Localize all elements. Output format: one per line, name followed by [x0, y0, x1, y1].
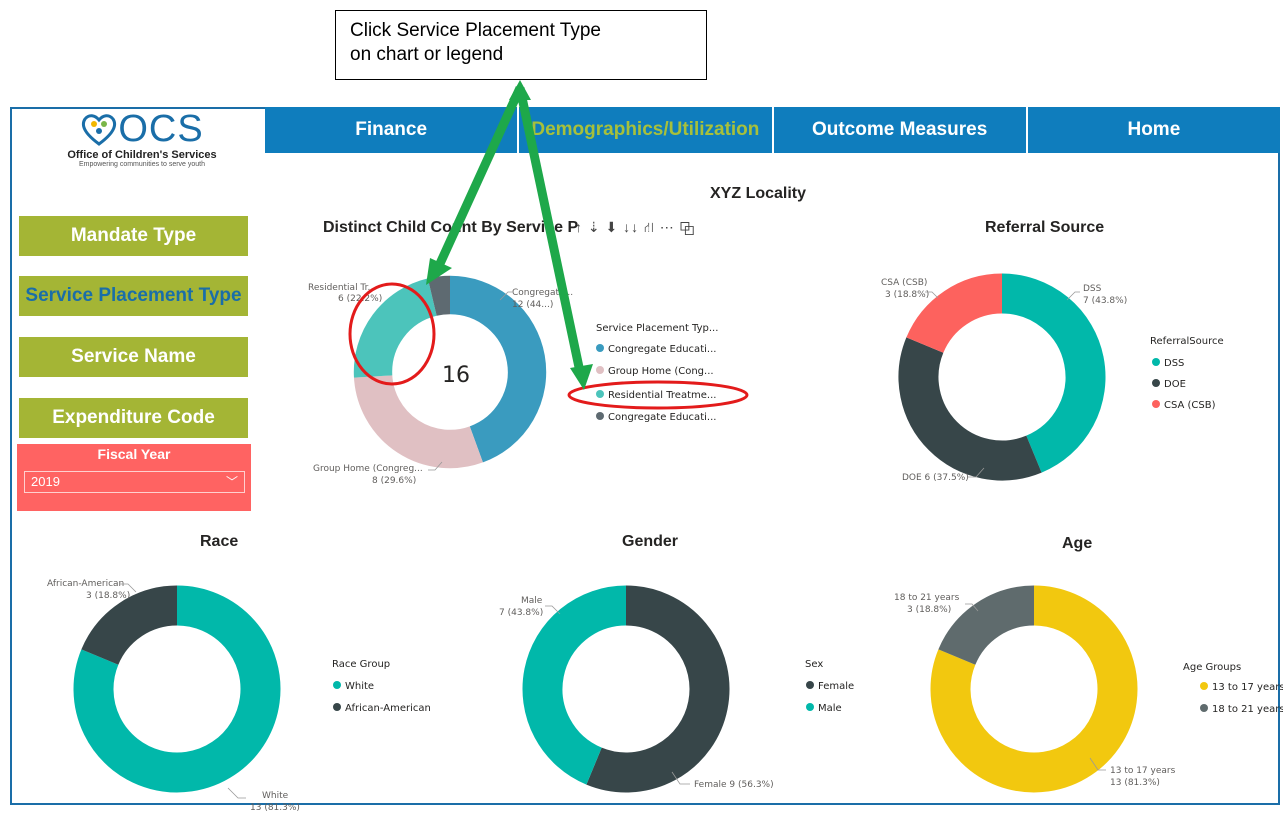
svg-text:Male: Male	[818, 703, 842, 714]
referral-legend-item[interactable]: CSA (CSB)	[1152, 400, 1216, 411]
leader-line	[227, 787, 246, 799]
placement-label-2-value: 8 (29.6%)	[372, 476, 416, 486]
placement-label-1-value: 12 (44...)	[512, 300, 553, 310]
referral-label-dss-value: 7 (43.8%)	[1083, 296, 1127, 306]
age-legend-title: Age Groups	[1183, 662, 1241, 673]
svg-text:Group Home (Cong...: Group Home (Cong...	[608, 366, 714, 377]
placement-legend-title: Service Placement Typ...	[596, 323, 718, 334]
referral-donut[interactable]	[898, 273, 1106, 481]
svg-text:Congregate Educati...: Congregate Educati...	[608, 344, 716, 355]
placement-legend-item[interactable]: Group Home (Cong...	[596, 366, 714, 377]
referral-legend-item[interactable]: DSS	[1152, 358, 1184, 369]
age-label-13-17: 13 to 17 years	[1110, 766, 1176, 776]
donut-slice[interactable]	[898, 337, 1042, 481]
race-label-aa: African-American	[47, 579, 124, 589]
referral-label-doe: DOE 6 (37.5%)	[902, 473, 969, 483]
referral-legend-item[interactable]: DOE	[1152, 379, 1186, 390]
placement-center-value: 16	[442, 363, 470, 388]
svg-text:Residential Treatme...: Residential Treatme...	[608, 390, 716, 401]
svg-text:CSA (CSB): CSA (CSB)	[1164, 400, 1216, 411]
referral-legend-title: ReferralSource	[1150, 336, 1224, 347]
gender-label-male: Male	[521, 596, 543, 606]
race-legend-item[interactable]: White	[333, 681, 374, 692]
placement-label-2: Group Home (Congreg...	[313, 464, 423, 474]
donut-slice[interactable]	[427, 275, 451, 316]
placement-legend-item[interactable]: Congregate Educati...	[596, 412, 716, 423]
race-label-white-value: 13 (81.3%)	[250, 803, 300, 813]
placement-legend-item[interactable]: Congregate Educati...	[596, 344, 716, 355]
svg-text:13 to 17 years: 13 to 17 years	[1212, 682, 1283, 693]
green-arrow	[426, 86, 525, 285]
svg-text:African-American: African-American	[345, 703, 431, 714]
age-legend-item[interactable]: 18 to 21 years	[1200, 704, 1283, 715]
race-legend-title: Race Group	[332, 659, 390, 670]
donut-slice[interactable]	[906, 273, 1003, 354]
referral-label-csa: CSA (CSB)	[881, 278, 927, 288]
donut-slice[interactable]	[938, 585, 1035, 666]
svg-text:Female: Female	[818, 681, 854, 692]
placement-label-3: Residential Tr...	[308, 283, 376, 293]
placement-legend-item[interactable]: Residential Treatme...	[596, 390, 716, 401]
age-label-13-17-value: 13 (81.3%)	[1110, 778, 1160, 788]
race-legend-item[interactable]: African-American	[333, 703, 431, 714]
referral-label-csa-value: 3 (18.8%)	[885, 290, 929, 300]
svg-text:Congregate Educati...: Congregate Educati...	[608, 412, 716, 423]
donut-slice[interactable]	[1001, 273, 1106, 473]
donut-slice[interactable]	[522, 585, 627, 785]
svg-text:DSS: DSS	[1164, 358, 1184, 369]
gender-legend-item[interactable]: Female	[806, 681, 854, 692]
age-legend-item[interactable]: 13 to 17 years	[1200, 682, 1283, 693]
age-donut[interactable]	[930, 585, 1138, 793]
svg-text:18 to 21 years: 18 to 21 years	[1212, 704, 1283, 715]
referral-label-dss: DSS	[1083, 284, 1102, 294]
donut-slice[interactable]	[586, 585, 730, 793]
gender-label-female: Female 9 (56.3%)	[694, 780, 774, 790]
race-label-white: White	[262, 791, 289, 801]
race-donut[interactable]	[73, 585, 281, 793]
svg-text:White: White	[345, 681, 374, 692]
gender-label-male-value: 7 (43.8%)	[499, 608, 543, 618]
gender-legend-title: Sex	[805, 659, 823, 670]
green-arrowhead-top	[509, 80, 531, 100]
gender-legend-item[interactable]: Male	[806, 703, 842, 714]
donut-slice[interactable]	[353, 278, 438, 378]
charts-layer: 16 Congregate... 12 (44...) Residential …	[47, 80, 1283, 813]
age-label-18-21-value: 3 (18.8%)	[907, 605, 951, 615]
svg-text:DOE: DOE	[1164, 379, 1186, 390]
race-label-aa-value: 3 (18.8%)	[86, 591, 130, 601]
age-label-18-21: 18 to 21 years	[894, 593, 960, 603]
gender-donut[interactable]	[522, 585, 730, 793]
donut-slice[interactable]	[81, 585, 178, 666]
